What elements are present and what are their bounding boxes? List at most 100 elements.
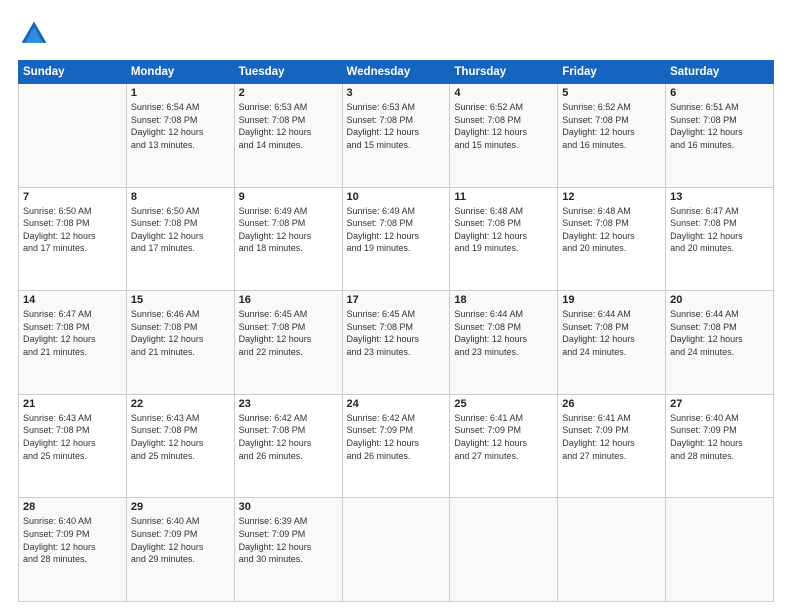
day-cell: 4Sunrise: 6:52 AM Sunset: 7:08 PM Daylig…	[450, 84, 558, 188]
day-number: 24	[347, 398, 446, 410]
day-info: Sunrise: 6:44 AM Sunset: 7:08 PM Dayligh…	[670, 309, 743, 357]
day-number: 7	[23, 191, 122, 203]
day-info: Sunrise: 6:49 AM Sunset: 7:08 PM Dayligh…	[347, 206, 420, 254]
page: SundayMondayTuesdayWednesdayThursdayFrid…	[0, 0, 792, 612]
day-info: Sunrise: 6:40 AM Sunset: 7:09 PM Dayligh…	[131, 516, 204, 564]
day-number: 23	[239, 398, 338, 410]
day-cell: 1 Sunrise: 6:54 AM Sunset: 7:08 PM Daylig…	[126, 84, 234, 188]
day-number: 12	[562, 191, 661, 203]
day-cell	[666, 498, 774, 602]
day-info: Sunrise: 6:53 AM Sunset: 7:08 PM Dayligh…	[239, 102, 312, 150]
header	[18, 18, 774, 50]
day-info: Sunrise: 6:43 AM Sunset: 7:08 PM Dayligh…	[131, 413, 204, 461]
day-number: 16	[239, 294, 338, 306]
day-info: Sunrise: 6:39 AM Sunset: 7:09 PM Dayligh…	[239, 516, 312, 564]
day-number: 18	[454, 294, 553, 306]
calendar-table: SundayMondayTuesdayWednesdayThursdayFrid…	[18, 60, 774, 602]
day-number: 22	[131, 398, 230, 410]
day-info: Sunrise: 6:53 AM Sunset: 7:08 PM Dayligh…	[347, 102, 420, 150]
weekday-thursday: Thursday	[450, 61, 558, 84]
day-number: 5	[562, 87, 661, 99]
day-cell: 11Sunrise: 6:48 AM Sunset: 7:08 PM Dayli…	[450, 187, 558, 291]
day-cell	[558, 498, 666, 602]
day-number: 14	[23, 294, 122, 306]
day-cell: 12 Sunrise: 6:48 AM Sunset: 7:08 PM Dayli…	[558, 187, 666, 291]
day-cell: 6 Sunrise: 6:51 AM Sunset: 7:08 PM Daylig…	[666, 84, 774, 188]
day-number: 28	[23, 501, 122, 513]
day-number: 4	[454, 87, 553, 99]
day-number: 2	[239, 87, 338, 99]
day-info: Sunrise: 6:40 AM Sunset: 7:09 PM Dayligh…	[23, 516, 96, 564]
day-number: 20	[670, 294, 769, 306]
day-number: 21	[23, 398, 122, 410]
day-cell: 24 Sunrise: 6:42 AM Sunset: 7:09 PM Dayli…	[342, 394, 450, 498]
day-cell: 13 Sunrise: 6:47 AM Sunset: 7:08 PM Dayli…	[666, 187, 774, 291]
day-info: Sunrise: 6:51 AM Sunset: 7:08 PM Dayligh…	[670, 102, 743, 150]
day-cell: 9 Sunrise: 6:49 AM Sunset: 7:08 PM Daylig…	[234, 187, 342, 291]
day-cell: 3Sunrise: 6:53 AM Sunset: 7:08 PM Daylig…	[342, 84, 450, 188]
day-info: Sunrise: 6:48 AM Sunset: 7:08 PM Dayligh…	[562, 206, 635, 254]
day-info: Sunrise: 6:54 AM Sunset: 7:08 PM Dayligh…	[131, 102, 204, 150]
day-info: Sunrise: 6:42 AM Sunset: 7:09 PM Dayligh…	[347, 413, 420, 461]
weekday-saturday: Saturday	[666, 61, 774, 84]
day-info: Sunrise: 6:42 AM Sunset: 7:08 PM Dayligh…	[239, 413, 312, 461]
day-info: Sunrise: 6:47 AM Sunset: 7:08 PM Dayligh…	[23, 309, 96, 357]
day-number: 26	[562, 398, 661, 410]
day-cell: 15 Sunrise: 6:46 AM Sunset: 7:08 PM Dayli…	[126, 291, 234, 395]
day-info: Sunrise: 6:40 AM Sunset: 7:09 PM Dayligh…	[670, 413, 743, 461]
day-info: Sunrise: 6:47 AM Sunset: 7:08 PM Dayligh…	[670, 206, 743, 254]
day-cell	[19, 84, 127, 188]
day-cell: 20 Sunrise: 6:44 AM Sunset: 7:08 PM Dayli…	[666, 291, 774, 395]
day-cell: 30 Sunrise: 6:39 AM Sunset: 7:09 PM Dayli…	[234, 498, 342, 602]
week-row-2: 14 Sunrise: 6:47 AM Sunset: 7:08 PM Dayli…	[19, 291, 774, 395]
day-cell: 21Sunrise: 6:43 AM Sunset: 7:08 PM Dayli…	[19, 394, 127, 498]
day-cell	[450, 498, 558, 602]
day-cell: 5 Sunrise: 6:52 AM Sunset: 7:08 PM Daylig…	[558, 84, 666, 188]
day-number: 15	[131, 294, 230, 306]
day-number: 29	[131, 501, 230, 513]
day-cell: 8 Sunrise: 6:50 AM Sunset: 7:08 PM Daylig…	[126, 187, 234, 291]
day-number: 6	[670, 87, 769, 99]
logo-icon	[18, 18, 50, 50]
day-cell: 10 Sunrise: 6:49 AM Sunset: 7:08 PM Dayli…	[342, 187, 450, 291]
day-number: 1	[131, 87, 230, 99]
day-info: Sunrise: 6:46 AM Sunset: 7:08 PM Dayligh…	[131, 309, 204, 357]
day-number: 13	[670, 191, 769, 203]
day-cell: 19 Sunrise: 6:44 AM Sunset: 7:08 PM Dayli…	[558, 291, 666, 395]
logo	[18, 18, 54, 50]
day-cell: 17 Sunrise: 6:45 AM Sunset: 7:08 PM Dayli…	[342, 291, 450, 395]
week-row-0: 1 Sunrise: 6:54 AM Sunset: 7:08 PM Daylig…	[19, 84, 774, 188]
day-info: Sunrise: 6:45 AM Sunset: 7:08 PM Dayligh…	[239, 309, 312, 357]
day-cell: 14 Sunrise: 6:47 AM Sunset: 7:08 PM Dayli…	[19, 291, 127, 395]
day-number: 10	[347, 191, 446, 203]
day-cell: 29 Sunrise: 6:40 AM Sunset: 7:09 PM Dayli…	[126, 498, 234, 602]
day-info: Sunrise: 6:50 AM Sunset: 7:08 PM Dayligh…	[131, 206, 204, 254]
day-cell: 28 Sunrise: 6:40 AM Sunset: 7:09 PM Dayli…	[19, 498, 127, 602]
day-number: 25	[454, 398, 553, 410]
day-info: Sunrise: 6:44 AM Sunset: 7:08 PM Dayligh…	[454, 309, 527, 357]
day-info: Sunrise: 6:52 AM Sunset: 7:08 PM Dayligh…	[562, 102, 635, 150]
day-cell	[342, 498, 450, 602]
day-number: 9	[239, 191, 338, 203]
day-info: Sunrise: 6:41 AM Sunset: 7:09 PM Dayligh…	[454, 413, 527, 461]
day-cell: 16 Sunrise: 6:45 AM Sunset: 7:08 PM Dayli…	[234, 291, 342, 395]
day-number: 8	[131, 191, 230, 203]
day-cell: 26 Sunrise: 6:41 AM Sunset: 7:09 PM Dayli…	[558, 394, 666, 498]
day-info: Sunrise: 6:48 AM Sunset: 7:08 PM Dayligh…	[454, 206, 527, 254]
day-info: Sunrise: 6:49 AM Sunset: 7:08 PM Dayligh…	[239, 206, 312, 254]
day-info: Sunrise: 6:44 AM Sunset: 7:08 PM Dayligh…	[562, 309, 635, 357]
day-number: 30	[239, 501, 338, 513]
week-row-3: 21 Sunrise: 6:43 AM Sunset: 7:08 PM Dayli…	[19, 394, 774, 498]
weekday-header-row: SundayMondayTuesdayWednesdayThursdayFrid…	[19, 61, 774, 84]
day-cell: 23 Sunrise: 6:42 AM Sunset: 7:08 PM Dayli…	[234, 394, 342, 498]
day-number: 17	[347, 294, 446, 306]
day-cell: 7 Sunrise: 6:50 AM Sunset: 7:08 PM Daylig…	[19, 187, 127, 291]
day-info: Sunrise: 6:41 AM Sunset: 7:09 PM Dayligh…	[562, 413, 635, 461]
day-number: 19	[562, 294, 661, 306]
weekday-friday: Friday	[558, 61, 666, 84]
day-cell: 25 Sunrise: 6:41 AM Sunset: 7:09 PM Dayli…	[450, 394, 558, 498]
week-row-1: 7 Sunrise: 6:50 AM Sunset: 7:08 PM Daylig…	[19, 187, 774, 291]
day-cell: 18 Sunrise: 6:44 AM Sunset: 7:08 PM Dayli…	[450, 291, 558, 395]
day-info: Sunrise: 6:45 AM Sunset: 7:08 PM Dayligh…	[347, 309, 420, 357]
day-info: Sunrise: 6:50 AM Sunset: 7:08 PM Dayligh…	[23, 206, 96, 254]
